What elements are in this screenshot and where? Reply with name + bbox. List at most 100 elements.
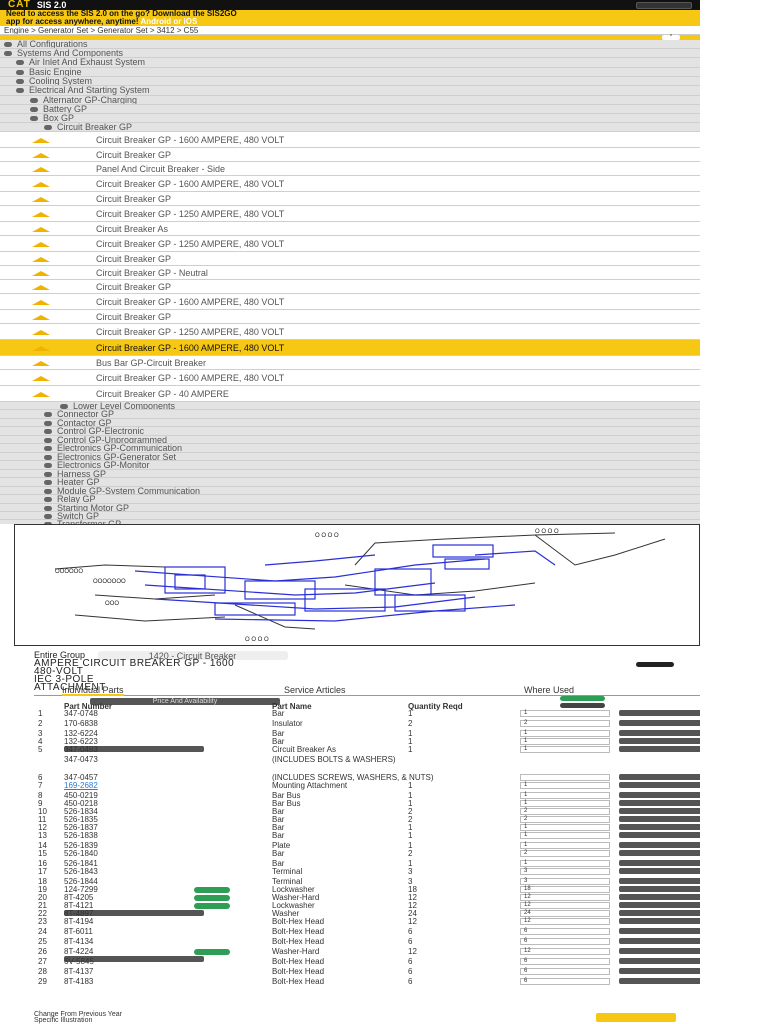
tree-item[interactable]: Electronics GP-Communication	[0, 444, 700, 453]
add-to-cart-button[interactable]	[596, 1013, 676, 1022]
expand-dot-icon[interactable]	[44, 455, 52, 460]
quantity-input[interactable]: 1	[520, 730, 610, 737]
tree-item[interactable]: Circuit Breaker GP	[0, 280, 700, 294]
quantity-input[interactable]: 1	[520, 710, 610, 717]
tree-item[interactable]: Circuit Breaker GP	[0, 148, 700, 162]
parts-row[interactable]: 10 526-1834 Bar 2 2	[34, 808, 768, 816]
add-to-list-button[interactable]	[619, 894, 703, 900]
parts-row[interactable]: 4 132-6223 Bar 1 1	[34, 738, 768, 752]
add-to-list-button[interactable]	[619, 886, 703, 892]
parts-row[interactable]: 13 526-1838 Bar 1 1	[34, 832, 768, 840]
add-to-list-button[interactable]	[619, 738, 703, 744]
quantity-input[interactable]: 12	[520, 894, 610, 901]
quantity-input[interactable]: 1	[520, 800, 610, 807]
tree-item[interactable]: Circuit Breaker GP - 1250 AMPERE, 480 VO…	[0, 206, 700, 222]
expand-dot-icon[interactable]	[44, 506, 52, 511]
tree-item[interactable]: Connector GP	[0, 410, 700, 419]
add-to-list-button[interactable]	[619, 842, 703, 848]
parts-row[interactable]: 1 347-0748 Bar 1 1	[34, 710, 768, 718]
quantity-input[interactable]: 18	[520, 886, 610, 893]
quantity-input[interactable]: 6	[520, 928, 610, 935]
add-to-list-button[interactable]	[619, 710, 703, 716]
tree-item[interactable]: Circuit Breaker GP - 1250 AMPERE, 480 VO…	[0, 324, 700, 340]
expand-dot-icon[interactable]	[16, 70, 24, 76]
add-to-list-button[interactable]	[619, 910, 703, 916]
tree-item[interactable]: Electronics GP-Generator Set	[0, 453, 700, 461]
parts-row[interactable]: 18 526-1844 Terminal 3 3	[34, 878, 768, 886]
parts-row[interactable]: 22 8T-4897 Washer 24 24	[34, 910, 768, 918]
quantity-input[interactable]: 12	[520, 948, 610, 955]
add-to-list-button[interactable]	[619, 918, 703, 924]
tree-item[interactable]: Circuit Breaker GP - 1250 AMPERE, 480 VO…	[0, 236, 700, 252]
tree-item[interactable]: All Configurations	[0, 40, 700, 49]
tab-where-used[interactable]: Where Used	[524, 686, 574, 695]
tree-item[interactable]: Circuit Breaker GP - 1600 AMPERE, 480 VO…	[0, 370, 700, 386]
add-to-list-button[interactable]	[619, 792, 703, 798]
options-pill[interactable]	[636, 662, 674, 667]
add-to-list-button[interactable]	[619, 860, 703, 866]
quantity-input[interactable]: 1	[520, 782, 610, 789]
part-number-link[interactable]: 347-0473	[64, 756, 98, 764]
expand-dot-icon[interactable]	[44, 438, 52, 443]
parts-row[interactable]: 5 347-0493 Circuit Breaker As 1 1	[34, 746, 768, 754]
parts-row[interactable]: 19 124-7299 Lockwasher 18 18	[34, 886, 768, 894]
expand-dot-icon[interactable]	[44, 514, 52, 519]
expand-dot-icon[interactable]	[16, 79, 24, 85]
add-to-list-button[interactable]	[619, 878, 703, 884]
add-to-list-button[interactable]	[619, 978, 703, 984]
parts-row[interactable]: 7 169-2682 Mounting Attachment 1 1	[34, 782, 768, 790]
expand-dot-icon[interactable]	[30, 107, 38, 113]
add-to-list-button[interactable]	[619, 730, 703, 736]
parts-row[interactable]: 16 526-1841 Bar 1 1	[34, 860, 768, 868]
parts-row[interactable]: 11 526-1835 Bar 2 2	[34, 816, 768, 824]
cat-logo[interactable]: CAT	[8, 0, 31, 10]
parts-row[interactable]: 26 8T-4224 Washer-Hard 12 12	[34, 948, 768, 962]
add-to-list-button[interactable]	[619, 928, 703, 934]
tree-item[interactable]: Circuit Breaker GP - 1600 AMPERE, 480 VO…	[0, 176, 700, 192]
tree-item[interactable]: Heater GP	[0, 478, 700, 487]
quantity-input[interactable]: 2	[520, 720, 610, 727]
tab-individual-parts[interactable]: Individual Parts	[62, 686, 124, 696]
parts-row[interactable]: 24 8T-6011 Bolt-Hex Head 6 6	[34, 928, 768, 936]
add-to-list-button[interactable]	[619, 850, 703, 856]
expand-dot-icon[interactable]	[60, 404, 68, 409]
parts-row[interactable]: 20 8T-4205 Washer-Hard 12 12	[34, 894, 768, 902]
tree-item[interactable]: Circuit Breaker GP - Neutral	[0, 266, 700, 280]
expand-dot-icon[interactable]	[44, 497, 52, 503]
add-all-button[interactable]	[560, 696, 605, 701]
tree-item[interactable]: Systems And Components	[0, 49, 700, 58]
expand-dot-icon[interactable]	[44, 421, 52, 426]
tree-item[interactable]: Electrical And Starting System	[0, 86, 700, 96]
quantity-input[interactable]: 12	[520, 902, 610, 909]
tree-item[interactable]: Switch GP	[0, 512, 700, 520]
promo-store-link[interactable]: Android or iOS	[140, 17, 197, 26]
add-to-list-button[interactable]	[619, 816, 703, 822]
expand-dot-icon[interactable]	[44, 125, 52, 131]
parts-row[interactable]: 27 6V-5845 Bolt-Hex Head 6 6	[34, 958, 768, 966]
quantity-input[interactable]: 1	[520, 860, 610, 867]
tree-item[interactable]: Alternator GP-Charging	[0, 96, 700, 105]
add-to-list-button[interactable]	[619, 746, 703, 752]
expand-dot-icon[interactable]	[44, 429, 52, 435]
parts-row[interactable]: 28 8T-4137 Bolt-Hex Head 6 6	[34, 968, 768, 976]
quantity-input[interactable]: 6	[520, 958, 610, 965]
tree-item[interactable]: Control GP-Unprogrammed	[0, 436, 700, 444]
tree-item[interactable]: Panel And Circuit Breaker - Side	[0, 162, 700, 176]
tree-item[interactable]: Circuit Breaker GP	[0, 123, 700, 132]
part-number-link[interactable]: 8T-4137	[64, 968, 93, 976]
add-to-list-button[interactable]	[619, 720, 703, 726]
expand-dot-icon[interactable]	[44, 446, 52, 452]
add-to-list-button[interactable]	[619, 808, 703, 814]
tree-item[interactable]: Electronics GP-Monitor	[0, 461, 700, 470]
parts-row[interactable]: 8 450-0219 Bar Bus 1 1	[34, 792, 768, 800]
header-menu-button[interactable]	[636, 1, 692, 9]
tree-item[interactable]: Battery GP	[0, 105, 700, 114]
parts-row[interactable]: 9 450-0218 Bar Bus 1 1	[34, 800, 768, 808]
tree-item[interactable]: Circuit Breaker GP	[0, 192, 700, 206]
parts-row[interactable]: 29 8T-4183 Bolt-Hex Head 6 6	[34, 978, 768, 986]
quantity-input[interactable]: 24	[520, 910, 610, 917]
part-number-link[interactable]: 526-1838	[64, 832, 98, 840]
tree-item[interactable]: Circuit Breaker GP - 1600 AMPERE, 480 VO…	[0, 340, 700, 356]
quantity-input[interactable]: 2	[520, 808, 610, 815]
expand-dot-icon[interactable]	[44, 463, 52, 469]
